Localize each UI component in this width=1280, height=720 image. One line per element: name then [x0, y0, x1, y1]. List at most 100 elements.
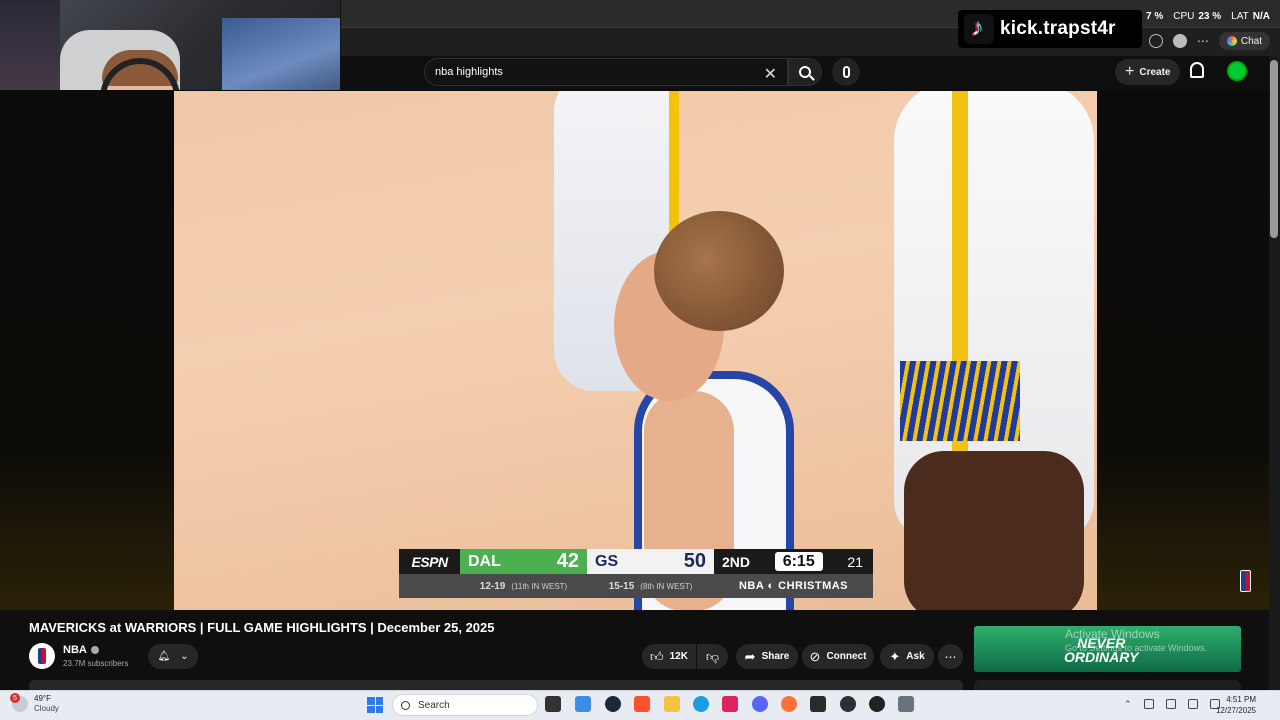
display-icon[interactable]	[1187, 699, 1198, 709]
like-count: 12K	[669, 651, 688, 662]
cpu-label: CPU	[1173, 11, 1195, 22]
performance-stats: 7 % CPU 23 % LAT N/A	[1146, 11, 1270, 22]
temperature: 49°F	[34, 694, 51, 703]
calculator-icon[interactable]	[898, 696, 914, 712]
notifications-bell-icon[interactable]	[1190, 62, 1204, 78]
steam-icon[interactable]	[605, 696, 621, 712]
tray-chevron-icon[interactable]: ⌃	[1124, 699, 1132, 710]
account-avatar[interactable]	[1227, 61, 1247, 81]
nba-logo-icon	[38, 648, 46, 664]
subscription-bell-button[interactable]: 🔔︎ ⌄	[148, 644, 198, 669]
plus-icon: +	[1125, 63, 1135, 80]
kick-handle: kick.trapst4r	[1000, 18, 1116, 39]
away-team: DAL	[468, 552, 501, 570]
create-label: Create	[1139, 66, 1171, 78]
sparkle-icon: ✦	[889, 648, 901, 664]
recording-icon[interactable]	[869, 696, 885, 712]
task-view-icon[interactable]	[545, 696, 561, 712]
search-icon	[401, 700, 410, 710]
connect-icon: ⊘	[809, 648, 821, 664]
ask-button[interactable]: ✦ Ask	[880, 644, 934, 669]
lat-value: N/A	[1252, 11, 1270, 22]
home-team-block: GS 50	[587, 549, 714, 574]
brave-icon[interactable]	[634, 696, 650, 712]
favorite-star-icon[interactable]	[1148, 34, 1163, 48]
video-title: MAVERICKS at WARRIORS | FULL GAME HIGHLI…	[29, 620, 495, 635]
weather-condition: Cloudy	[34, 704, 59, 713]
game-clock: 6:15	[774, 552, 823, 571]
activate-windows-subtitle: Go to Settings to activate Windows.	[1065, 643, 1208, 653]
weather-widget[interactable]: 5 49°F Cloudy	[10, 693, 59, 714]
share-label: Share	[761, 651, 790, 662]
description-box[interactable]	[29, 680, 963, 690]
away-record: 12-19 (11th IN WEST)	[460, 574, 587, 598]
nvidia-icon[interactable]	[810, 696, 826, 712]
search-query: nba highlights	[435, 66, 503, 78]
notepad-icon[interactable]	[575, 696, 591, 712]
channel-name-row[interactable]: NBA	[63, 644, 99, 656]
player-shorts	[900, 361, 1020, 441]
verified-badge-icon	[90, 646, 99, 654]
lat-label: LAT	[1231, 11, 1249, 22]
espn-logo: ESPN	[399, 549, 460, 574]
obs-icon[interactable]	[840, 696, 856, 712]
microphone-icon	[842, 66, 850, 78]
game-clock-block: 2ND 6:15 21	[714, 549, 873, 574]
nba-watermark-icon	[1240, 570, 1251, 592]
sidebar-item[interactable]	[974, 680, 1241, 690]
home-rank: (8th IN WEST)	[640, 581, 693, 591]
copilot-chat-button[interactable]: Chat	[1218, 32, 1270, 50]
nba-christmas-logo: NBA ◐ CHRISTMAS	[738, 580, 849, 592]
share-button[interactable]: ➦ Share	[736, 644, 798, 669]
clock-time: 4:51 PM	[1226, 695, 1256, 704]
chat-label: Chat	[1240, 35, 1262, 47]
dislike-button[interactable]: 👎︎	[697, 644, 728, 669]
search-icon	[799, 66, 811, 78]
player-leg	[904, 451, 1084, 610]
connect-button[interactable]: ⊘ Connect	[802, 644, 874, 669]
search-input[interactable]: nba highlights ✕	[424, 58, 788, 86]
taskbar-search-label: Search	[418, 699, 450, 711]
network-icon[interactable]	[1143, 699, 1154, 709]
thumbs-up-icon: 👍︎	[650, 648, 664, 664]
bell-icon: 🔔︎	[157, 651, 171, 662]
home-team: GS	[595, 552, 619, 570]
profile-icon[interactable]	[1172, 34, 1187, 48]
system-clock[interactable]: 4:51 PM 12/27/2025	[1216, 694, 1256, 716]
search-button[interactable]	[788, 58, 822, 86]
create-button[interactable]: + Create	[1115, 59, 1181, 85]
activate-windows-title: Activate Windows	[1065, 627, 1160, 641]
shot-clock: 21	[847, 553, 863, 570]
quarter: 2ND	[722, 553, 751, 570]
away-team-block: DAL 42	[460, 549, 587, 574]
score-bug: ESPN DAL 42 GS 50 2ND 6:15 21 12-19 (11t…	[399, 549, 873, 598]
channel-avatar[interactable]	[29, 643, 55, 669]
like-button[interactable]: 👍︎ 12K	[642, 644, 696, 669]
windows-start-icon[interactable]	[367, 697, 383, 713]
connect-label: Connect	[826, 651, 867, 662]
stream-handle-overlay: kick.trapst4r	[958, 10, 1142, 48]
ask-label: Ask	[906, 651, 925, 662]
player-hair	[654, 211, 784, 331]
voice-search-button[interactable]	[832, 58, 860, 86]
system-tray: ⌃	[1124, 699, 1220, 710]
microphone-tray-icon[interactable]	[1165, 699, 1176, 709]
away-record-value: 12-19	[479, 580, 506, 592]
file-explorer-icon[interactable]	[664, 696, 680, 712]
taskbar-search[interactable]: Search	[392, 694, 538, 716]
notification-badge: 5	[10, 693, 20, 703]
edge-icon[interactable]	[693, 696, 709, 712]
video-player[interactable]	[174, 91, 1097, 610]
cloud-icon: 5	[10, 693, 28, 712]
channel-name: NBA	[63, 644, 87, 656]
firefox-icon[interactable]	[781, 696, 797, 712]
scrollbar-thumb[interactable]	[1270, 60, 1278, 238]
discord-icon[interactable]	[752, 696, 768, 712]
menu-dots-icon[interactable]: ⋯	[1197, 34, 1209, 48]
home-record: 15-15 (8th IN WEST)	[587, 574, 714, 598]
clear-search-icon[interactable]: ✕	[764, 64, 777, 84]
share-arrow-icon: ➦	[744, 648, 756, 664]
home-record-value: 15-15	[608, 580, 635, 592]
tiktok-live-icon[interactable]	[722, 696, 738, 712]
more-actions-button[interactable]: ⋯	[938, 644, 963, 669]
